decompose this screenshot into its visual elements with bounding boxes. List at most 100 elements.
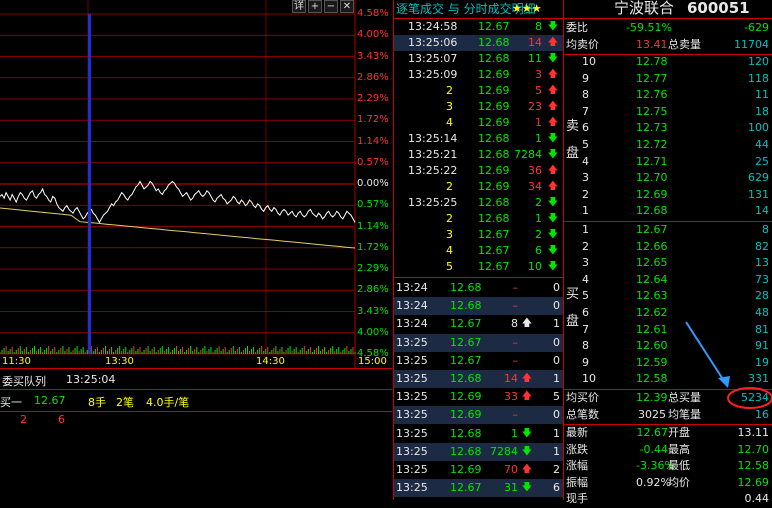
tick-price: 12.69 (478, 164, 510, 177)
order-book-level[interactable]: 2 12.66 82 (564, 238, 772, 256)
order-book-level[interactable]: 1 12.68 14 (564, 202, 772, 220)
up-arrow-icon: 🡅 (521, 464, 532, 475)
minute-row[interactable]: 13:25 12.67 – 0 (394, 352, 564, 370)
level-number: 7 (582, 322, 589, 336)
tick-price: 12.68 (478, 212, 510, 225)
tick-row[interactable]: 2 12.69 34 🡅 (394, 179, 564, 195)
order-book-level[interactable]: 1 12.67 8 (564, 221, 772, 239)
level-volume: 120 (748, 55, 769, 68)
queue-price: 12.67 (34, 394, 66, 407)
minute-row[interactable]: 13:25 12.69 – 0 (394, 406, 564, 425)
down-arrow-icon: 🡇 (547, 21, 558, 32)
tick-row[interactable]: 2 12.69 5 🡅 (394, 83, 564, 99)
queue-item[interactable]: 6 (58, 413, 65, 426)
order-book-level[interactable]: 4 12.71 25 (564, 153, 772, 171)
avg-sell-value: 13.41 (636, 38, 668, 51)
tick-row[interactable]: 13:25:07 12.68 11 🡇 (394, 51, 564, 67)
minute-row[interactable]: 13:25 12.67 31 🡇 6 (394, 479, 564, 498)
order-book-level[interactable]: 2 12.69 131 (564, 186, 772, 204)
level-number: 6 (582, 306, 589, 319)
queue-time: 13:25:04 (66, 373, 116, 386)
tick-volume: 6 (535, 244, 542, 257)
minute-count: 5 (553, 390, 560, 404)
order-book-level[interactable]: 3 12.65 13 (564, 254, 772, 272)
tick-row[interactable]: 13:25:25 12.68 2 🡇 (394, 195, 564, 211)
minute-count: 1 (553, 444, 560, 458)
tick-row[interactable]: 4 12.69 1 🡅 (394, 115, 564, 131)
minute-time: 13:24 (396, 299, 428, 313)
zoom-out-button[interactable]: − (324, 0, 338, 13)
minute-volume: 7284 (490, 444, 518, 458)
order-book-level[interactable]: 5 12.63 28 (564, 287, 772, 305)
level-number: 10 (582, 55, 596, 68)
stock-code: 600051 (687, 0, 750, 17)
tick-row[interactable]: 13:25:14 12.68 1 🡇 (394, 131, 564, 147)
cursor-line (88, 14, 91, 354)
tick-row[interactable]: 3 12.69 23 🡅 (394, 99, 564, 115)
order-book-level[interactable]: 8 12.76 11 (564, 86, 772, 104)
tick-time: 5 (446, 260, 453, 273)
close-button[interactable]: ✕ (340, 0, 354, 13)
minute-row[interactable]: 13:25 12.68 14 🡅 1 (394, 370, 564, 388)
down-arrow-icon: 🡇 (547, 149, 558, 160)
tick-price: 12.68 (478, 148, 510, 161)
order-book-level[interactable]: 4 12.64 73 (564, 271, 772, 289)
minute-row[interactable]: 13:25 12.69 33 🡅 5 (394, 388, 564, 406)
minute-row[interactable]: 13:25 12.69 70 🡅 2 (394, 461, 564, 479)
stat-label: 最低 (668, 459, 690, 472)
minute-row[interactable]: 13:25 12.68 1 🡇 1 (394, 425, 564, 443)
level-number: 3 (582, 256, 589, 270)
order-book-level[interactable]: 7 12.75 18 (564, 103, 772, 121)
tick-row[interactable]: 4 12.67 6 🡇 (394, 243, 564, 259)
level-volume: 44 (755, 138, 769, 151)
tick-volume: 5 (535, 84, 542, 97)
tick-row[interactable]: 5 12.67 10 🡇 (394, 259, 564, 275)
minute-row[interactable]: 13:25 12.67 – 0 (394, 333, 564, 352)
level-price: 12.62 (636, 306, 668, 319)
zoom-in-button[interactable]: + (308, 0, 322, 13)
minute-price: 12.69 (450, 408, 482, 422)
stat-value: 0.92% (636, 475, 671, 489)
tick-price: 12.69 (478, 84, 510, 97)
time-label: 14:30 (256, 356, 285, 367)
tick-price: 12.68 (478, 36, 510, 49)
time-label: 11:30 (2, 356, 31, 367)
percent-axis-label: 1.72% (357, 114, 389, 126)
avg-buy-label: 均买价 (566, 391, 599, 404)
down-arrow-icon: 🡇 (547, 245, 558, 256)
level-number: 9 (582, 71, 589, 85)
tick-row[interactable]: 13:25:22 12.69 36 🡅 (394, 163, 564, 179)
detail-button[interactable]: 详 (292, 0, 306, 13)
tick-time: 13:25:09 (408, 68, 458, 81)
tick-row[interactable]: 13:25:09 12.69 3 🡅 (394, 67, 564, 83)
minute-row[interactable]: 13:24 12.68 – 0 (394, 279, 564, 297)
intraday-chart[interactable]: 详 + − ✕ 4.58% 4.00% 3.43% 2.86% 2.29% 1.72% 1.… (0, 0, 390, 368)
tick-price: 12.67 (478, 244, 510, 257)
minute-time: 13:25 (396, 426, 428, 440)
order-book-level[interactable]: 5 12.72 44 (564, 136, 772, 154)
down-arrow-icon: 🡇 (547, 261, 558, 272)
tick-row[interactable]: 13:25:21 12.68 7284 🡇 (394, 147, 564, 163)
order-book-level[interactable]: 6 12.73 100 (564, 119, 772, 137)
quote-panel: ★★★ 宁波联合 600051 委比 -59.51% -629 均卖价 13.41 总卖… (512, 0, 772, 505)
tick-price: 12.69 (478, 116, 510, 129)
stat-label: 现手 (566, 492, 588, 505)
level-price: 12.72 (636, 138, 668, 151)
minute-row[interactable]: 13:24 12.67 8 🡅 1 (394, 315, 564, 333)
tick-row[interactable]: 13:24:58 12.67 8 🡇 (394, 19, 564, 35)
percent-axis-label: 0.57% (357, 199, 389, 211)
down-arrow-icon: 🡇 (521, 482, 532, 494)
minute-count: 1 (553, 372, 560, 385)
tick-row[interactable]: 2 12.68 1 🡇 (394, 211, 564, 227)
minute-row[interactable]: 13:25 12.68 7284 🡇 1 (394, 442, 564, 461)
order-book-level[interactable]: 9 12.77 118 (564, 70, 772, 88)
tick-row[interactable]: 3 12.67 2 🡇 (394, 227, 564, 243)
order-book-level[interactable]: 3 12.70 629 (564, 169, 772, 187)
queue-item[interactable]: 2 (20, 413, 27, 426)
stat-row: 涨跌 -0.44 最高 12.70 (564, 441, 772, 459)
order-book-level[interactable]: 10 12.78 120 (564, 53, 772, 71)
down-arrow-icon: 🡇 (547, 53, 558, 64)
level-price: 12.65 (636, 256, 668, 270)
minute-row[interactable]: 13:24 12.68 – 0 (394, 297, 564, 316)
tick-row[interactable]: 13:25:06 12.68 14 🡅 (394, 35, 564, 51)
